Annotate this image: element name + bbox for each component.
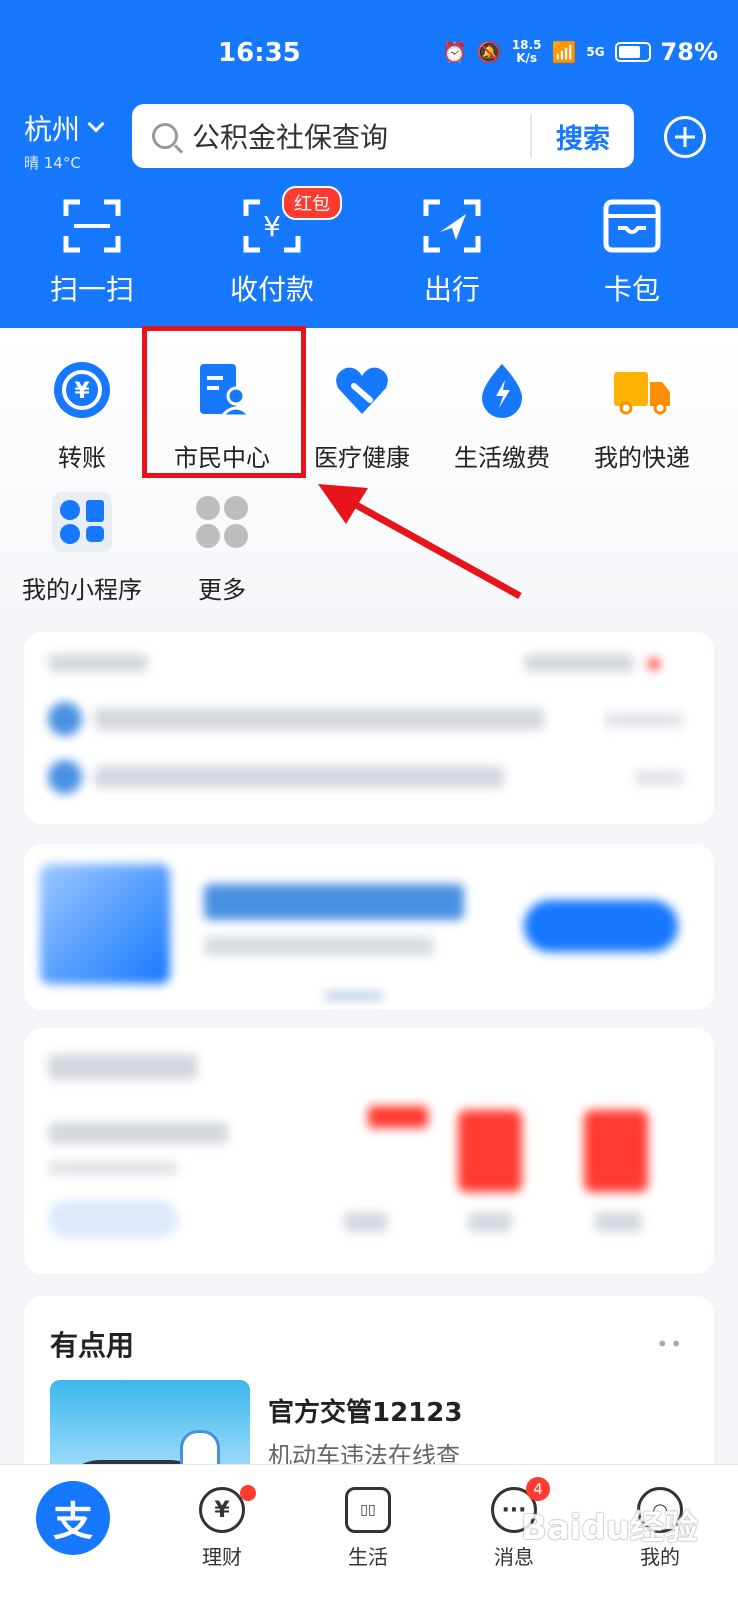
- net-speed: 18.5 K/s: [511, 38, 542, 65]
- tab-life[interactable]: ▯▯ 生活: [318, 1487, 418, 1570]
- alipay-home-icon[interactable]: 支: [36, 1481, 110, 1555]
- service-express[interactable]: 我的快递: [572, 360, 712, 473]
- chevron-down-icon: [87, 115, 105, 133]
- more-dots-icon[interactable]: ••: [656, 1332, 684, 1356]
- add-icon[interactable]: [664, 116, 706, 158]
- express-icon: [614, 372, 670, 415]
- weather-text: 晴 14°C: [24, 154, 81, 172]
- city-selector[interactable]: 杭州 晴 14°C: [24, 108, 105, 173]
- quick-scan-label: 扫一扫: [49, 273, 134, 306]
- top-header: 16:35 ⏰ 🔕 18.5 K/s 📶 5G 78% 杭州 晴 14°C 公积金…: [0, 0, 738, 328]
- service-utility[interactable]: 生活缴费: [432, 360, 572, 473]
- wealth-red-dot: [240, 1485, 256, 1501]
- battery-percent: 78%: [660, 38, 718, 66]
- health-icon: [336, 367, 388, 414]
- life-icon: ▯▯: [345, 1487, 391, 1533]
- watermark: Baidu经验: [520, 1508, 698, 1548]
- service-health[interactable]: 医疗健康: [292, 360, 432, 473]
- utility-icon: [482, 364, 522, 418]
- messages-card[interactable]: [24, 632, 714, 824]
- service-more[interactable]: 更多: [152, 492, 292, 605]
- search-input[interactable]: 公积金社保查询: [192, 116, 530, 156]
- wifi-icon: 📶: [551, 40, 577, 64]
- quick-travel-label: 出行: [423, 273, 480, 306]
- search-bar[interactable]: 公积金社保查询 搜索: [132, 104, 634, 168]
- useful-title: 有点用: [50, 1329, 135, 1362]
- city-name: 杭州: [24, 113, 81, 146]
- rewards-card[interactable]: [24, 1028, 714, 1274]
- service-express-label: 我的快递: [594, 444, 690, 472]
- tab-wealth-label: 理财: [202, 1545, 242, 1569]
- service-more-label: 更多: [198, 576, 246, 604]
- promo-banner[interactable]: [24, 844, 714, 1010]
- transfer-icon: ¥: [54, 362, 110, 418]
- search-button[interactable]: 搜索: [532, 117, 634, 156]
- tab-wealth[interactable]: ¥ 理财: [172, 1487, 272, 1570]
- status-time: 16:35: [218, 38, 301, 68]
- useful-item-title[interactable]: 官方交管12123: [268, 1392, 462, 1429]
- service-transfer[interactable]: ¥ 转账: [12, 360, 152, 473]
- mute-icon: 🔕: [476, 40, 502, 64]
- red-packet-badge: 红包: [282, 186, 342, 220]
- more-icon: [196, 496, 248, 548]
- quick-travel[interactable]: 出行: [382, 196, 522, 308]
- tab-life-label: 生活: [348, 1545, 388, 1569]
- quick-payment-label: 收付款: [229, 273, 314, 306]
- wealth-icon: ¥: [199, 1487, 245, 1533]
- battery-icon: [614, 42, 651, 62]
- quick-scan[interactable]: 扫一扫: [22, 196, 162, 308]
- signal-label: 5G: [586, 45, 605, 59]
- travel-icon: [423, 199, 481, 253]
- svg-text:¥: ¥: [263, 210, 281, 243]
- highlight-box: [142, 326, 306, 478]
- status-icons: ⏰ 🔕 18.5 K/s 📶 5G 78%: [442, 38, 718, 66]
- arrow-annotation: [318, 484, 522, 600]
- scan-icon: [63, 199, 121, 253]
- service-mini-programs[interactable]: 我的小程序: [12, 492, 152, 605]
- quick-cards-label: 卡包: [603, 273, 660, 306]
- battery-fill: [618, 46, 641, 58]
- svg-text:¥: ¥: [74, 379, 90, 404]
- status-bar: 16:35 ⏰ 🔕 18.5 K/s 📶 5G 78%: [0, 30, 738, 80]
- service-mini-programs-label: 我的小程序: [22, 576, 142, 604]
- mini-program-icon: [52, 492, 112, 552]
- quick-cards[interactable]: 卡包: [562, 196, 702, 308]
- search-icon: [152, 123, 178, 149]
- alarm-icon: ⏰: [442, 40, 467, 64]
- service-transfer-label: 转账: [58, 444, 106, 472]
- message-count-badge: 4: [526, 1477, 550, 1501]
- service-utility-label: 生活缴费: [454, 444, 550, 472]
- service-health-label: 医疗健康: [314, 444, 410, 472]
- card-wallet-icon: [603, 199, 661, 253]
